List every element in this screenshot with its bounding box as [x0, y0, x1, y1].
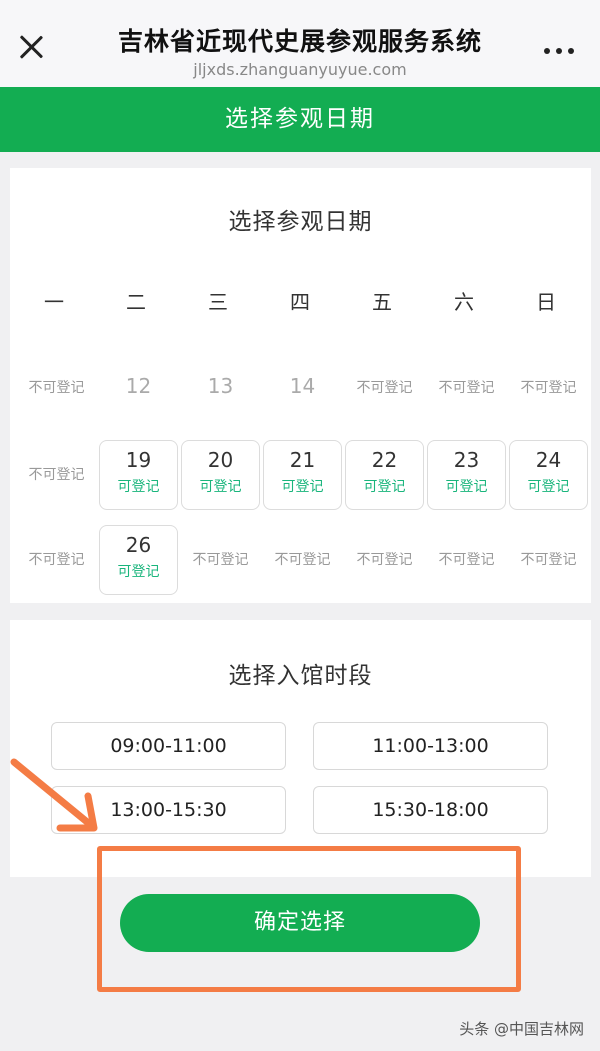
day-number: 12 [125, 374, 152, 398]
day-status: 不可登记 [28, 380, 85, 396]
calendar-day-available[interactable]: 24 可登记 [509, 440, 588, 510]
calendar-day: 不可登记 [345, 353, 424, 423]
calendar-day: 不可登记 [509, 525, 588, 595]
app-title: 吉林省近现代史展参观服务系统 [117, 27, 482, 56]
calendar-day: 不可登记 [427, 525, 506, 595]
weekday-label: 一 [44, 290, 64, 314]
day-number: 23 [453, 448, 480, 472]
more-dots-icon[interactable] [544, 46, 574, 56]
day-status: 不可登记 [274, 552, 331, 568]
day-number: 14 [289, 374, 316, 398]
day-number: 20 [207, 448, 234, 472]
day-status: 可登记 [117, 479, 160, 495]
calendar-day: 不可登记 [345, 525, 424, 595]
day-status: 不可登记 [438, 380, 495, 396]
page-title: 选择参观日期 [0, 87, 600, 152]
calendar-day-available[interactable]: 26 可登记 [99, 525, 178, 595]
calendar-day: 13 [181, 353, 260, 423]
day-number: 24 [535, 448, 562, 472]
day-status: 不可登记 [520, 552, 577, 568]
calendar-day: 14 [263, 353, 342, 423]
weekday-label: 五 [372, 290, 392, 314]
calendar-day: 不可登记 [427, 353, 506, 423]
calendar-day: 不可登记 [509, 353, 588, 423]
top-bar: 吉林省近现代史展参观服务系统 jljxds.zhanguanyuyue.com [0, 0, 600, 87]
date-card: 选择参观日期 一二三四五六日 不可登记 12 13 14 不可登记 不可登记 不可登记 不可登… [10, 168, 591, 603]
calendar-day: 不可登记 [181, 525, 260, 595]
day-status: 不可登记 [356, 552, 413, 568]
day-status: 不可登记 [28, 467, 85, 483]
day-status: 可登记 [445, 479, 488, 495]
weekday-label: 二 [126, 290, 146, 314]
calendar-day-available[interactable]: 21 可登记 [263, 440, 342, 510]
weekday-label: 六 [454, 290, 474, 314]
day-status: 不可登记 [28, 552, 85, 568]
calendar-day-available[interactable]: 19 可登记 [99, 440, 178, 510]
time-card-title: 选择入馆时段 [228, 663, 373, 689]
day-status: 可登记 [363, 479, 406, 495]
day-status: 不可登记 [438, 552, 495, 568]
weekday-label: 日 [536, 290, 556, 314]
day-status: 不可登记 [192, 552, 249, 568]
calendar-day-available[interactable]: 22 可登记 [345, 440, 424, 510]
calendar-day-available[interactable]: 23 可登记 [427, 440, 506, 510]
watermark: 头条 @中国吉林网 [459, 1020, 584, 1038]
weekday-header: 一二三四五六日 [10, 286, 591, 314]
time-slot-button[interactable]: 15:30-18:00 [313, 786, 548, 834]
calendar-day: 12 [99, 353, 178, 423]
calendar-day: 不可登记 [17, 353, 96, 423]
calendar-day: 不可登记 [17, 440, 96, 510]
weekday-label: 四 [290, 290, 310, 314]
day-number: 19 [125, 448, 152, 472]
calendar-day: 不可登记 [263, 525, 342, 595]
annotation-arrow-icon [10, 758, 98, 832]
app-url: jljxds.zhanguanyuyue.com [193, 60, 407, 79]
annotation-highlight-box [97, 846, 521, 992]
day-status: 不可登记 [356, 380, 413, 396]
date-card-title: 选择参观日期 [228, 209, 373, 235]
day-status: 可登记 [199, 479, 242, 495]
day-number: 22 [371, 448, 398, 472]
day-status: 可登记 [281, 479, 324, 495]
day-status: 不可登记 [520, 380, 577, 396]
day-number: 21 [289, 448, 316, 472]
day-status: 可登记 [527, 479, 570, 495]
time-slot-button[interactable]: 11:00-13:00 [313, 722, 548, 770]
calendar-day-available[interactable]: 20 可登记 [181, 440, 260, 510]
weekday-label: 三 [208, 290, 228, 314]
day-number: 26 [125, 533, 152, 557]
day-status: 可登记 [117, 564, 160, 580]
day-number: 13 [207, 374, 234, 398]
calendar-day: 不可登记 [17, 525, 96, 595]
